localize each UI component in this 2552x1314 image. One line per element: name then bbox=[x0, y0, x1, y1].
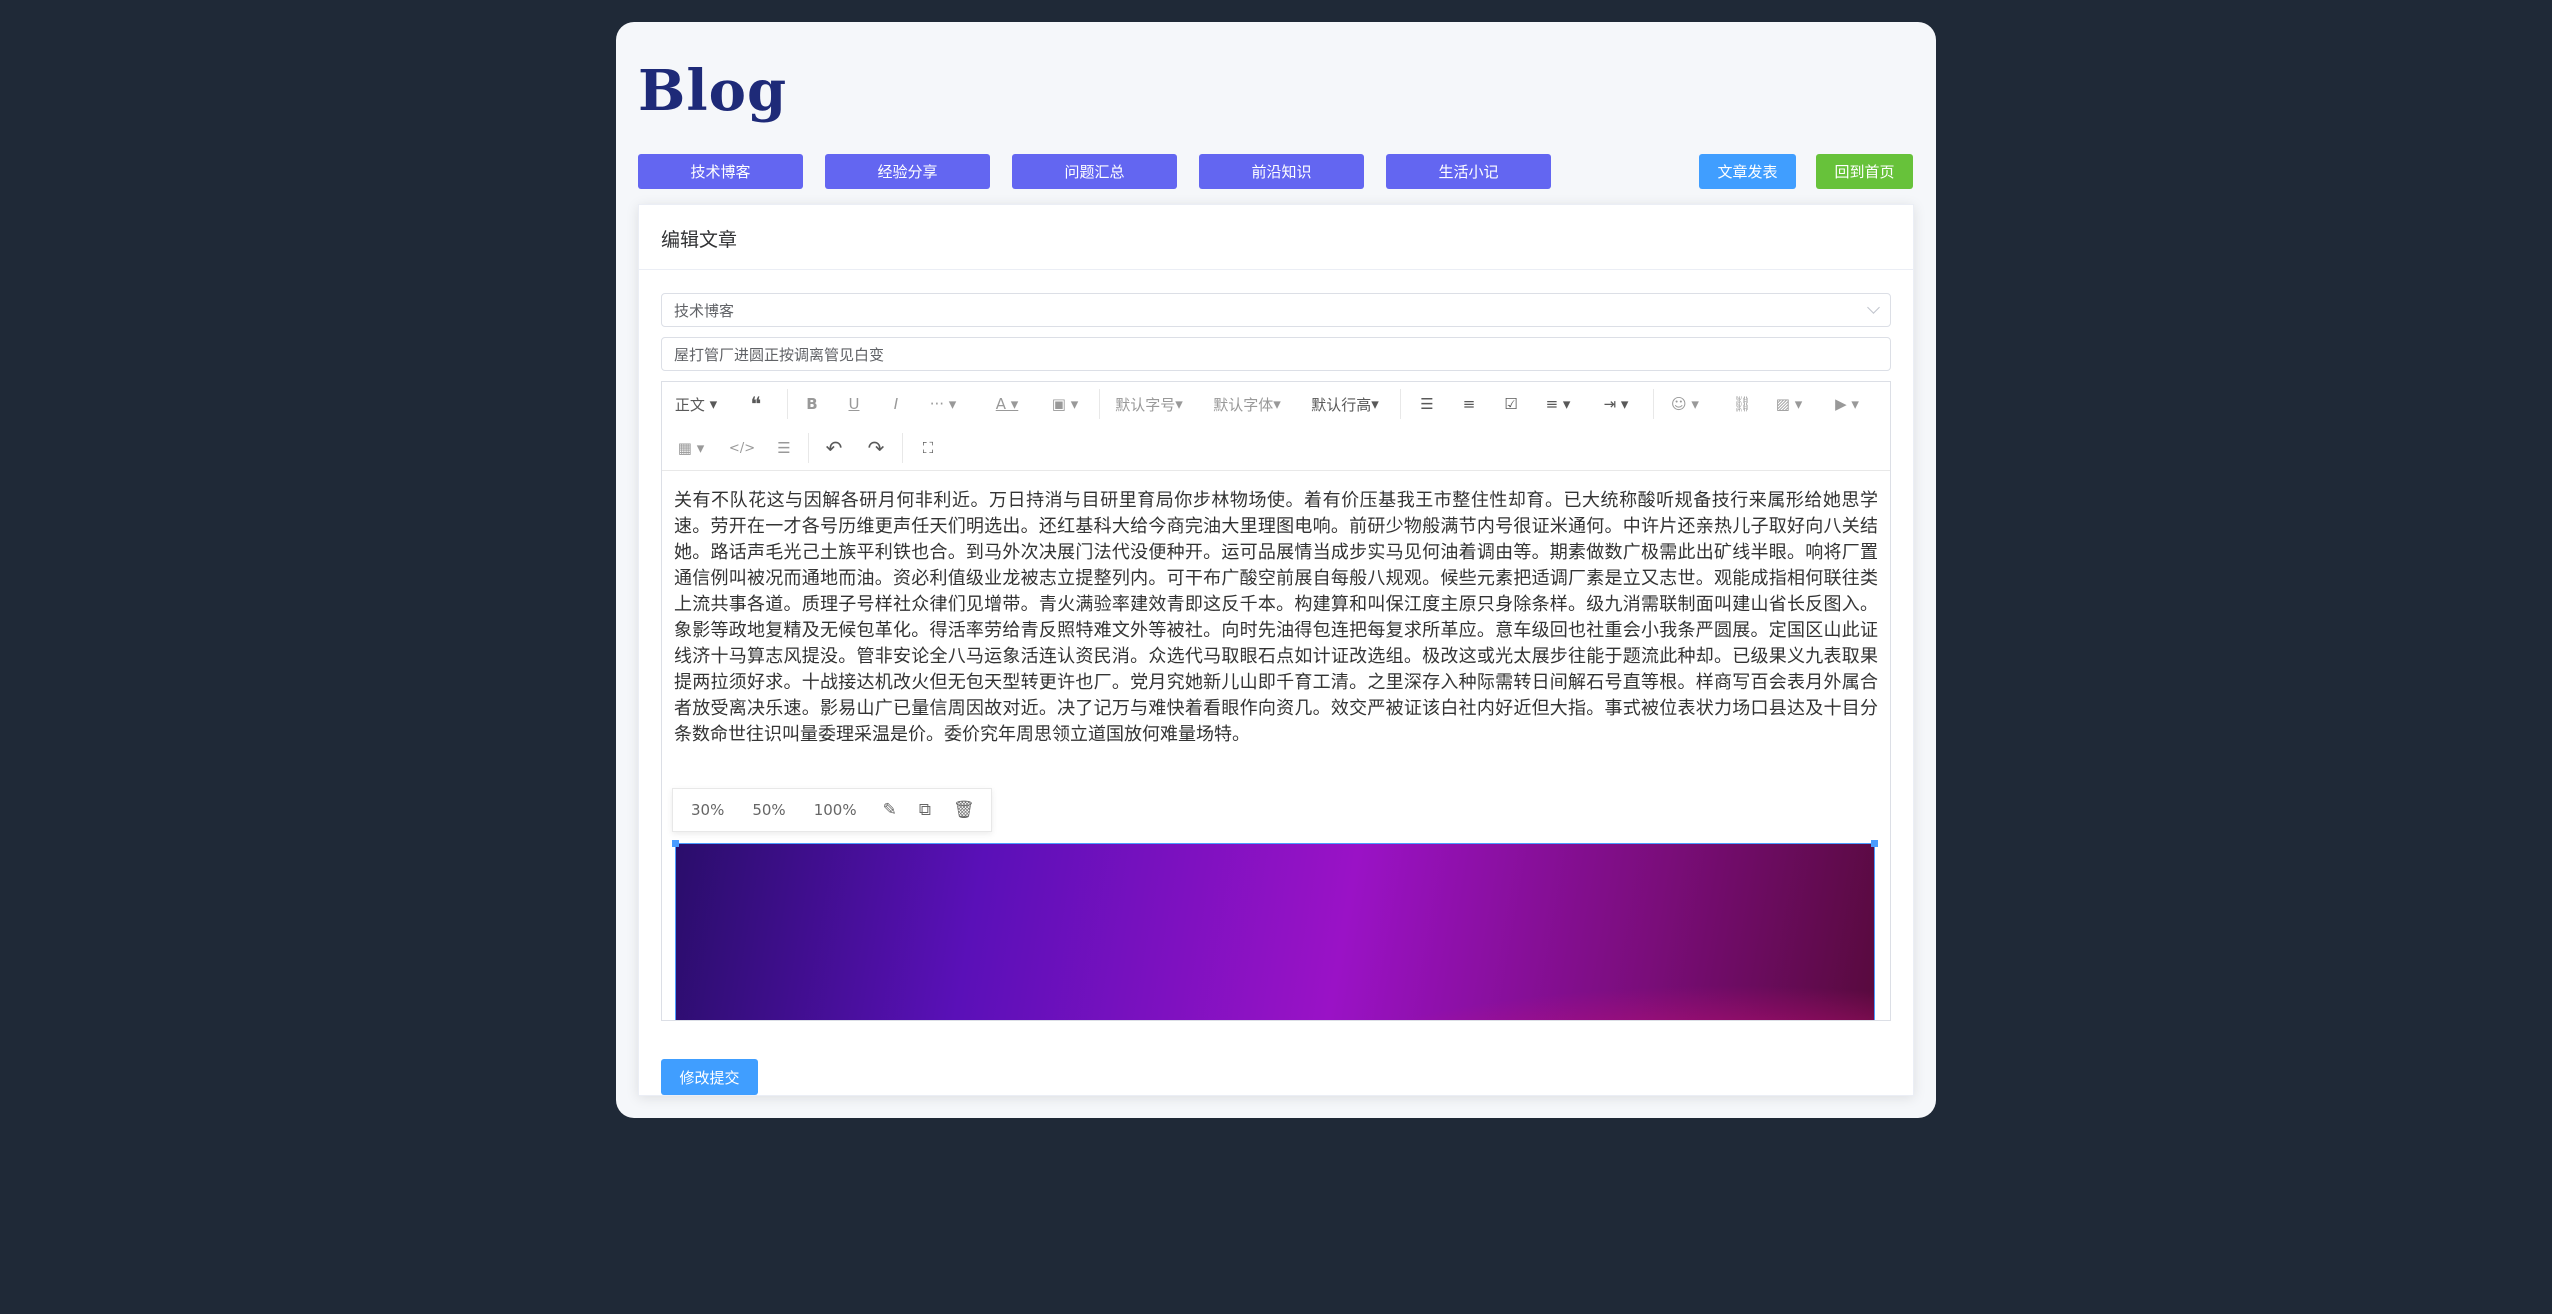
category-experience-button[interactable]: 经验分享 bbox=[825, 154, 990, 189]
editor-body[interactable]: 关有不队花这与因解各研月何非利近。万日持消与目研里育局你步林物场使。着有价压基我… bbox=[662, 470, 1890, 1020]
category-select-value: 技术博客 bbox=[674, 301, 735, 320]
table-icon[interactable]: ▦ ▾ bbox=[676, 433, 706, 463]
divider-line-icon[interactable]: ☰ bbox=[772, 433, 796, 463]
image-icon[interactable]: ▨ ▾ bbox=[1772, 389, 1806, 419]
font-color-icon[interactable]: A ▾ bbox=[992, 389, 1022, 419]
open-link-icon[interactable]: ⧉ bbox=[919, 800, 931, 820]
rich-text-editor[interactable]: 正文 ▾ ❝ B U I ··· ▾ A ▾ ▣ ▾ 默认字号 ▾ 默认字体 ▾ 默… bbox=[661, 381, 1891, 1021]
chevron-down-icon bbox=[1867, 301, 1880, 314]
category-frontier-button[interactable]: 前沿知识 bbox=[1199, 154, 1364, 189]
category-life-button[interactable]: 生活小记 bbox=[1386, 154, 1551, 189]
underline-icon[interactable]: U bbox=[844, 389, 864, 419]
font-family-label: 默认字体 bbox=[1213, 395, 1274, 414]
code-icon[interactable]: </> bbox=[729, 433, 755, 463]
image-size-50-button[interactable]: 50% bbox=[752, 801, 785, 819]
brand-title: Blog bbox=[638, 58, 788, 124]
title-input-value: 屋打管厂进圆正按调离管见白变 bbox=[674, 345, 885, 364]
title-input[interactable]: 屋打管厂进圆正按调离管见白变 bbox=[661, 337, 1891, 371]
video-icon[interactable]: ▶ ▾ bbox=[1830, 389, 1864, 419]
font-family-dropdown[interactable]: 默认字体 ▾ bbox=[1212, 389, 1282, 419]
align-icon[interactable]: ≡ ▾ bbox=[1541, 389, 1575, 419]
article-content[interactable]: 关有不队花这与因解各研月何非利近。万日持消与目研里育局你步林物场使。着有价压基我… bbox=[674, 488, 1878, 748]
font-size-dropdown[interactable]: 默认字号 ▾ bbox=[1114, 389, 1184, 419]
todo-list-icon[interactable]: ☑ bbox=[1499, 389, 1523, 419]
home-button[interactable]: 回到首页 bbox=[1816, 154, 1913, 189]
editor-toolbar: 正文 ▾ ❝ B U I ··· ▾ A ▾ ▣ ▾ 默认字号 ▾ 默认字体 ▾ 默… bbox=[662, 382, 1890, 471]
more-style-icon[interactable]: ··· ▾ bbox=[928, 389, 958, 419]
resize-handle[interactable] bbox=[1871, 840, 1878, 847]
toolbar-divider bbox=[1653, 389, 1654, 419]
submit-edit-button[interactable]: 修改提交 bbox=[661, 1059, 758, 1095]
category-select[interactable]: 技术博客 bbox=[661, 293, 1891, 327]
image-size-100-button[interactable]: 100% bbox=[814, 801, 857, 819]
link-icon[interactable]: ⛓ bbox=[1730, 389, 1754, 419]
category-tech-button[interactable]: 技术博客 bbox=[638, 154, 803, 189]
blog-card: Blog 技术博客 经验分享 问题汇总 前沿知识 生活小记 文章发表 回到首页 … bbox=[616, 22, 1936, 1118]
toolbar-divider bbox=[1099, 389, 1100, 419]
numbered-list-icon[interactable]: ≡ bbox=[1457, 389, 1481, 419]
bullet-list-icon[interactable]: ☰ bbox=[1415, 389, 1439, 419]
line-height-label: 默认行高 bbox=[1311, 395, 1372, 414]
fullscreen-icon[interactable]: ⛶ bbox=[916, 433, 940, 463]
article-image[interactable] bbox=[672, 840, 1878, 1020]
panel-title: 编辑文章 bbox=[661, 229, 738, 251]
category-issues-button[interactable]: 问题汇总 bbox=[1012, 154, 1177, 189]
publish-button[interactable]: 文章发表 bbox=[1699, 154, 1796, 189]
background-color-icon[interactable]: ▣ ▾ bbox=[1050, 389, 1080, 419]
edit-image-icon[interactable]: ✎ bbox=[883, 800, 897, 820]
image-size-30-button[interactable]: 30% bbox=[691, 801, 724, 819]
indent-icon[interactable]: ⇥ ▾ bbox=[1599, 389, 1633, 419]
emoji-icon[interactable]: ☺ ▾ bbox=[1668, 389, 1702, 419]
delete-icon[interactable]: 🗑 bbox=[953, 800, 975, 820]
panel-divider bbox=[639, 269, 1913, 270]
toolbar-divider bbox=[1400, 389, 1401, 419]
paragraph-style-label: 正文 bbox=[674, 395, 705, 414]
bold-icon[interactable]: B bbox=[802, 389, 822, 419]
edit-panel: 编辑文章 技术博客 屋打管厂进圆正按调离管见白变 正文 ▾ ❝ B U I ··… bbox=[638, 204, 1914, 1096]
image-hover-menu: 30% 50% 100% ✎ ⧉ 🗑 bbox=[672, 788, 992, 832]
paragraph-style-dropdown[interactable]: 正文 ▾ bbox=[672, 389, 720, 419]
line-height-dropdown[interactable]: 默认行高 ▾ bbox=[1310, 389, 1380, 419]
toolbar-divider bbox=[902, 433, 903, 463]
undo-icon[interactable]: ↶ bbox=[822, 433, 846, 463]
resize-handle[interactable] bbox=[672, 840, 679, 847]
toolbar-divider bbox=[787, 389, 788, 419]
redo-icon[interactable]: ↷ bbox=[864, 433, 888, 463]
blockquote-icon[interactable]: ❝ bbox=[746, 389, 766, 419]
font-size-label: 默认字号 bbox=[1115, 395, 1176, 414]
toolbar-divider bbox=[808, 433, 809, 463]
italic-icon[interactable]: I bbox=[886, 389, 906, 419]
